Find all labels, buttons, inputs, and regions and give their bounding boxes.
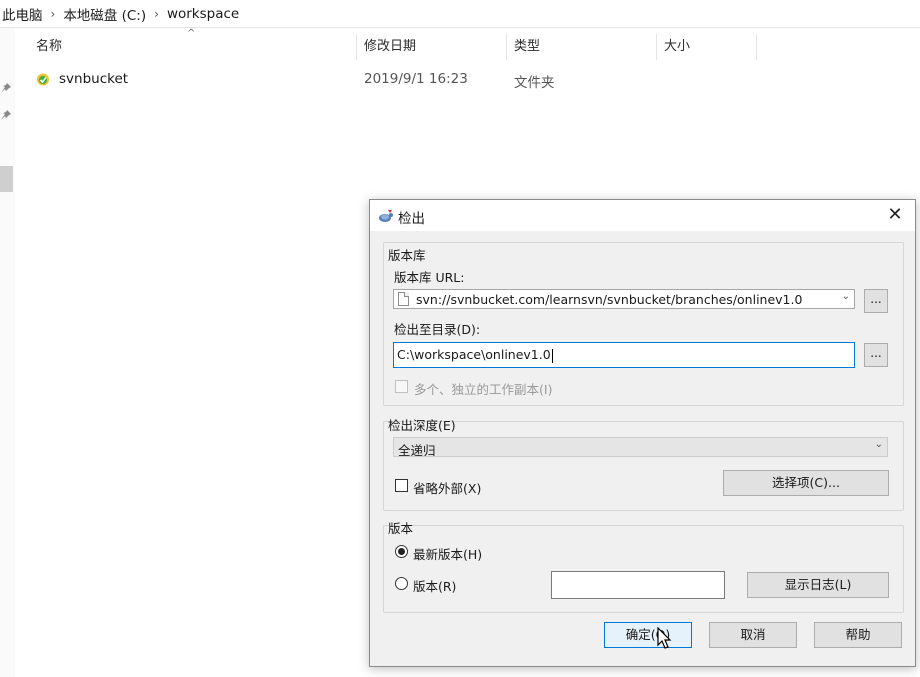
breadcrumb-local-disk[interactable]: 本地磁盘 (C:) [61, 4, 148, 24]
breadcrumb-workspace[interactable]: workspace [165, 6, 241, 22]
column-divider[interactable] [756, 34, 757, 60]
multi-working-copy-label: 多个、独立的工作副本(I) [414, 382, 553, 397]
repo-url-label: 版本库 URL: [394, 270, 465, 285]
pin-icon[interactable] [1, 110, 13, 122]
column-header-modified[interactable]: 修改日期 [364, 34, 416, 60]
file-row-svnbucket[interactable]: svnbucket 2019/9/1 16:23 文件夹 [30, 68, 590, 92]
nav-selected-item[interactable] [0, 166, 13, 192]
checkout-depth-group [383, 421, 904, 511]
revision-label: 版本(R) [413, 579, 457, 594]
head-revision-radio[interactable] [395, 545, 408, 558]
file-modified: 2019/9/1 16:23 [364, 71, 468, 87]
head-revision-label: 最新版本(H) [413, 547, 483, 562]
column-header-size[interactable]: 大小 [664, 34, 690, 60]
chevron-right-icon: › [154, 6, 159, 21]
show-log-button[interactable]: 显示日志(L) [747, 572, 889, 598]
text-caret [551, 348, 553, 363]
close-icon[interactable]: ✕ [883, 204, 907, 226]
chevron-down-icon[interactable]: ⌄ [875, 439, 883, 450]
revision-group-label: 版本 [388, 521, 414, 536]
revision-input[interactable] [551, 571, 725, 599]
navigation-pane [0, 28, 15, 677]
revision-group [383, 525, 904, 613]
checkout-dialog: 检出 ✕ 版本库 版本库 URL: svn://svnbucket.com/le… [369, 199, 916, 667]
checkout-dir-input[interactable]: C:\workspace\onlinev1.0 [393, 342, 855, 368]
file-type: 文件夹 [514, 75, 555, 91]
pin-icon[interactable] [1, 83, 13, 95]
dialog-title: 检出 [398, 211, 425, 227]
repo-url-value: svn://svnbucket.com/learnsvn/svnbucket/b… [416, 292, 803, 307]
revision-radio[interactable] [395, 577, 408, 590]
cancel-button[interactable]: 取消 [709, 622, 797, 648]
tortoisesvn-icon [378, 208, 394, 224]
mouse-pointer-icon [657, 626, 673, 651]
document-icon [398, 292, 409, 306]
breadcrumb: 此电脑 › 本地磁盘 (C:) › workspace [0, 0, 920, 28]
checkout-depth-label: 检出深度(E) [388, 418, 456, 433]
chevron-down-icon[interactable]: ⌄ [842, 291, 850, 302]
column-divider[interactable] [656, 34, 657, 60]
file-name: svnbucket [59, 71, 129, 87]
column-divider[interactable] [506, 34, 507, 60]
omit-externals-checkbox[interactable] [395, 479, 408, 492]
svn-folder-icon [36, 72, 50, 86]
browse-dir-button[interactable]: ... [864, 343, 888, 367]
checkout-depth-select[interactable]: 全递归 ⌄ [393, 437, 888, 458]
repo-url-combo[interactable]: svn://svnbucket.com/learnsvn/svnbucket/b… [393, 289, 855, 309]
ok-button[interactable]: 确定(O) [604, 622, 692, 648]
column-header-name[interactable]: 名称 [36, 34, 62, 60]
chevron-right-icon: › [50, 6, 56, 21]
checkout-dir-value: C:\workspace\onlinev1.0 [397, 347, 551, 362]
column-header-type[interactable]: 类型 [514, 34, 540, 60]
checkout-dir-label: 检出至目录(D): [394, 322, 481, 337]
omit-externals-label: 省略外部(X) [413, 481, 482, 496]
dialog-titlebar[interactable]: 检出 ✕ [370, 200, 915, 231]
choose-items-button[interactable]: 选择项(C)... [723, 470, 889, 496]
help-button[interactable]: 帮助 [814, 622, 902, 648]
sort-ascending-icon: ^ [187, 28, 196, 39]
browse-repo-button[interactable]: ... [864, 289, 888, 313]
multi-working-copy-checkbox[interactable] [395, 380, 408, 393]
column-divider[interactable] [356, 34, 357, 60]
checkout-depth-value: 全递归 [398, 443, 436, 458]
breadcrumb-this-pc[interactable]: 此电脑 [0, 4, 45, 24]
repository-group-label: 版本库 [388, 248, 426, 263]
